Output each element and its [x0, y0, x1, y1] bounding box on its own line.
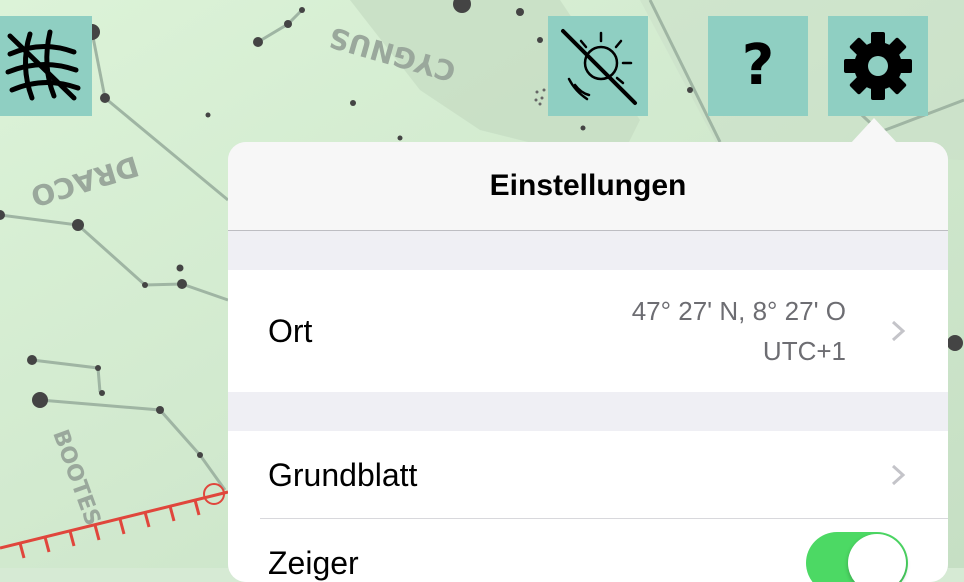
- location-value: 47° 27' N, 8° 27' O UTC+1: [632, 291, 846, 371]
- gear-icon: [844, 32, 912, 100]
- help-icon: ?: [741, 33, 775, 98]
- location-timezone: UTC+1: [762, 336, 846, 366]
- help-button[interactable]: ?: [708, 16, 808, 116]
- popover-header: Einstellungen: [228, 142, 948, 231]
- settings-popover: Einstellungen Ort 47° 27' N, 8° 27' O UT…: [228, 142, 948, 582]
- pointer-label: Zeiger: [268, 544, 359, 581]
- location-row[interactable]: Ort 47° 27' N, 8° 27' O UTC+1: [228, 270, 948, 392]
- location-coords: 47° 27' N, 8° 27' O: [631, 296, 846, 326]
- grid-icon: [5, 29, 81, 101]
- pointer-row: Zeiger: [228, 519, 948, 582]
- settings-button[interactable]: [828, 16, 928, 116]
- daylight-toggle-button[interactable]: [548, 16, 648, 116]
- grid-toggle-button[interactable]: [0, 16, 92, 116]
- base-sheet-label: Grundblatt: [268, 456, 418, 493]
- location-label: Ort: [268, 312, 313, 349]
- settings-group-display: Grundblatt Zeiger: [228, 431, 948, 582]
- toggle-knob: [848, 534, 906, 582]
- chevron-right-icon: [891, 320, 906, 342]
- popover-title: Einstellungen: [489, 169, 687, 202]
- pointer-toggle[interactable]: [806, 532, 908, 582]
- sun-off-icon: [561, 29, 637, 105]
- base-sheet-row[interactable]: Grundblatt: [228, 431, 948, 519]
- chevron-right-icon: [891, 464, 906, 486]
- popover-arrow: [850, 118, 898, 144]
- settings-group-location: Ort 47° 27' N, 8° 27' O UTC+1: [228, 270, 948, 392]
